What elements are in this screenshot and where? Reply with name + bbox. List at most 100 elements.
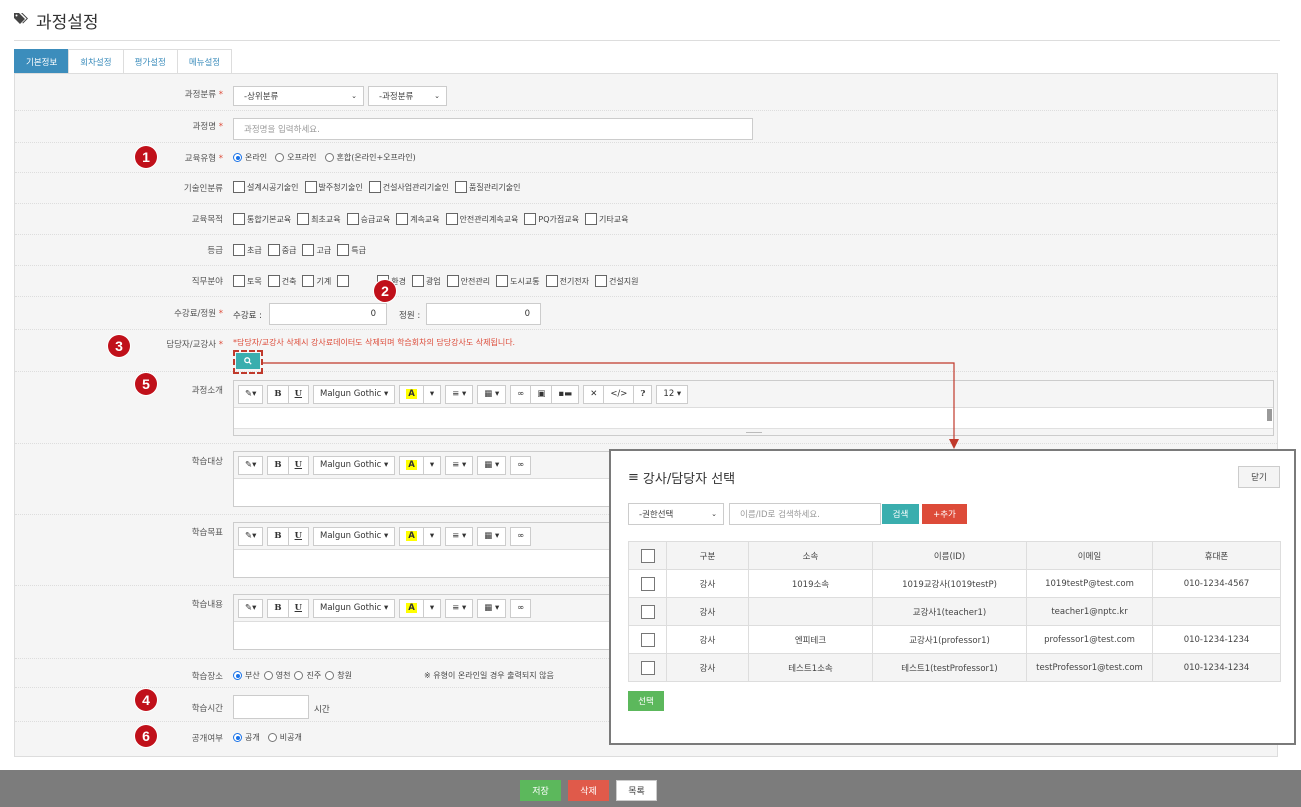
highlight-color-button[interactable]: A — [399, 526, 424, 546]
table-row[interactable]: 강사 엔피테크 교강사1(professor1) professor1@test… — [628, 625, 1281, 654]
role-select[interactable]: -권한선택 ⌄ — [628, 503, 724, 525]
font-family-select[interactable]: Malgun Gothic ▾ — [313, 598, 396, 618]
color-dropdown-button[interactable]: ▾ — [422, 526, 442, 546]
grade-checkbox[interactable]: 고급 — [302, 244, 331, 256]
place-jinju-radio[interactable]: 진주 — [294, 670, 321, 681]
job-field-checkbox[interactable]: 토목 — [233, 275, 262, 287]
grade-checkbox[interactable]: 초급 — [233, 244, 262, 256]
tab-menu-settings[interactable]: 메뉴설정 — [176, 49, 233, 73]
table-icon[interactable]: ▦ ▾ — [477, 598, 507, 618]
table-row[interactable]: 강사 1019소속 1019교강사(1019testP) 1019testP@t… — [628, 569, 1281, 598]
goal-editor[interactable]: ✎▾ BU Malgun Gothic ▾ A ▾ ≡ ▾ ▦ ▾ ∞ — [233, 522, 633, 578]
color-dropdown-button[interactable]: ▾ — [422, 455, 442, 475]
public-radio[interactable]: 공개 — [233, 732, 260, 743]
font-family-select[interactable]: Malgun Gothic ▾ — [313, 526, 396, 546]
capacity-input[interactable]: 0 — [426, 303, 541, 325]
select-all-checkbox[interactable] — [640, 548, 655, 563]
highlight-color-button[interactable]: A — [399, 598, 424, 618]
magic-wand-icon[interactable]: ✎▾ — [238, 384, 264, 404]
modal-search-button[interactable]: 검색 — [882, 504, 919, 524]
edu-purpose-checkbox[interactable]: PQ가점교육 — [524, 213, 579, 225]
underline-button[interactable]: U — [287, 455, 309, 475]
edu-purpose-checkbox[interactable]: 기타교육 — [584, 213, 628, 225]
link-icon[interactable]: ∞ — [510, 526, 532, 546]
job-field-checkbox[interactable]: 건설지원 — [595, 275, 638, 287]
align-icon[interactable]: ≡ ▾ — [445, 384, 474, 404]
private-radio[interactable]: 비공개 — [267, 732, 302, 743]
tab-session-settings[interactable]: 회차설정 — [68, 49, 124, 73]
tab-basic-info[interactable]: 기본정보 — [14, 49, 70, 73]
edu-type-blended-radio[interactable]: 혼합(온라인+오프라인) — [324, 152, 416, 163]
link-icon[interactable]: ∞ — [510, 598, 532, 618]
table-icon[interactable]: ▦ ▾ — [477, 526, 507, 546]
job-field-checkbox[interactable]: 전기전자 — [545, 275, 589, 287]
code-view-button[interactable]: </> — [603, 384, 635, 404]
image-icon[interactable]: ▣ — [530, 384, 553, 404]
table-row[interactable]: 강사 교강사1(teacher1) teacher1@nptc.kr — [628, 597, 1281, 626]
target-editor[interactable]: ✎▾ BU Malgun Gothic ▾ A ▾ ≡ ▾ ▦ ▾ ∞ — [233, 451, 633, 507]
job-field-checkbox[interactable]: 기계 — [302, 275, 331, 287]
grade-checkbox[interactable]: 특급 — [337, 244, 366, 256]
save-button[interactable]: 저장 — [520, 780, 561, 801]
color-dropdown-button[interactable]: ▾ — [422, 598, 442, 618]
fullscreen-icon[interactable]: ✕ — [583, 384, 605, 404]
edu-type-online-radio[interactable]: 온라인 — [233, 152, 267, 163]
font-size-select[interactable]: 12 ▾ — [656, 384, 689, 404]
job-field-checkbox[interactable] — [337, 275, 371, 287]
underline-button[interactable]: U — [287, 526, 309, 546]
bold-button[interactable]: B — [267, 598, 289, 618]
tab-evaluation-settings[interactable]: 평가설정 — [122, 49, 178, 73]
align-icon[interactable]: ≡ ▾ — [445, 526, 474, 546]
tech-class-checkbox[interactable]: 설계시공기술인 — [233, 181, 299, 193]
bold-button[interactable]: B — [267, 384, 289, 404]
table-icon[interactable]: ▦ ▾ — [477, 455, 507, 475]
edu-purpose-checkbox[interactable]: 계속교육 — [396, 213, 440, 225]
place-busan-radio[interactable]: 부산 — [233, 670, 260, 681]
edu-type-offline-radio[interactable]: 오프라인 — [275, 152, 317, 163]
intro-editor[interactable]: ✎▾ BU Malgun Gothic ▾ A ▾ ≡ ▾ ▦ ▾ ∞ ▣ ▪▬ ✕ <… — [233, 380, 1274, 436]
row-checkbox[interactable] — [640, 576, 655, 591]
bold-button[interactable]: B — [267, 526, 289, 546]
align-icon[interactable]: ≡ ▾ — [445, 455, 474, 475]
row-checkbox[interactable] — [640, 632, 655, 647]
link-icon[interactable]: ∞ — [510, 455, 532, 475]
magic-wand-icon[interactable]: ✎▾ — [238, 455, 264, 475]
tech-class-checkbox[interactable]: 품질관리기술인 — [454, 181, 520, 193]
link-icon[interactable]: ∞ — [510, 384, 532, 404]
tech-class-checkbox[interactable]: 발주청기술인 — [304, 181, 363, 193]
hours-input[interactable] — [233, 695, 309, 719]
job-field-checkbox[interactable]: 광업 — [411, 275, 441, 287]
video-icon[interactable]: ▪▬ — [551, 384, 580, 404]
help-button[interactable]: ? — [633, 384, 653, 404]
grade-checkbox[interactable]: 중급 — [267, 244, 296, 256]
place-yeongcheon-radio[interactable]: 영천 — [263, 670, 290, 681]
course-name-input[interactable]: 과정명을 입력하세요. — [233, 118, 753, 140]
modal-search-input[interactable]: 이름/ID로 검색하세요. — [729, 503, 881, 525]
row-checkbox[interactable] — [640, 660, 655, 675]
list-button[interactable]: 목록 — [616, 780, 657, 801]
place-changwon-radio[interactable]: 창원 — [325, 670, 352, 681]
add-button[interactable]: +추가 — [922, 504, 967, 524]
close-button[interactable]: 닫기 — [1238, 466, 1280, 488]
magic-wand-icon[interactable]: ✎▾ — [238, 598, 264, 618]
edu-purpose-checkbox[interactable]: 통합기본교육 — [233, 213, 291, 225]
job-field-checkbox[interactable]: 안전관리 — [446, 275, 490, 287]
delete-button[interactable]: 삭제 — [568, 780, 609, 801]
underline-button[interactable]: U — [287, 384, 309, 404]
font-family-select[interactable]: Malgun Gothic ▾ — [313, 455, 396, 475]
align-icon[interactable]: ≡ ▾ — [445, 598, 474, 618]
bold-button[interactable]: B — [267, 455, 289, 475]
edu-purpose-checkbox[interactable]: 안전관리계속교육 — [445, 213, 518, 225]
underline-button[interactable]: U — [287, 598, 309, 618]
row-checkbox[interactable] — [640, 604, 655, 619]
fee-input[interactable]: 0 — [269, 303, 387, 325]
tech-class-checkbox[interactable]: 건설사업관리기술인 — [368, 181, 449, 193]
table-icon[interactable]: ▦ ▾ — [477, 384, 507, 404]
job-field-checkbox[interactable]: 건축 — [267, 275, 296, 287]
content-editor[interactable]: ✎▾ BU Malgun Gothic ▾ A ▾ ≡ ▾ ▦ ▾ ∞ — [233, 594, 633, 650]
magic-wand-icon[interactable]: ✎▾ — [238, 526, 264, 546]
instructor-search-button[interactable] — [236, 353, 260, 369]
scrollbar[interactable] — [1267, 409, 1272, 421]
select-button[interactable]: 선택 — [628, 691, 664, 711]
edu-purpose-checkbox[interactable]: 최초교육 — [297, 213, 341, 225]
